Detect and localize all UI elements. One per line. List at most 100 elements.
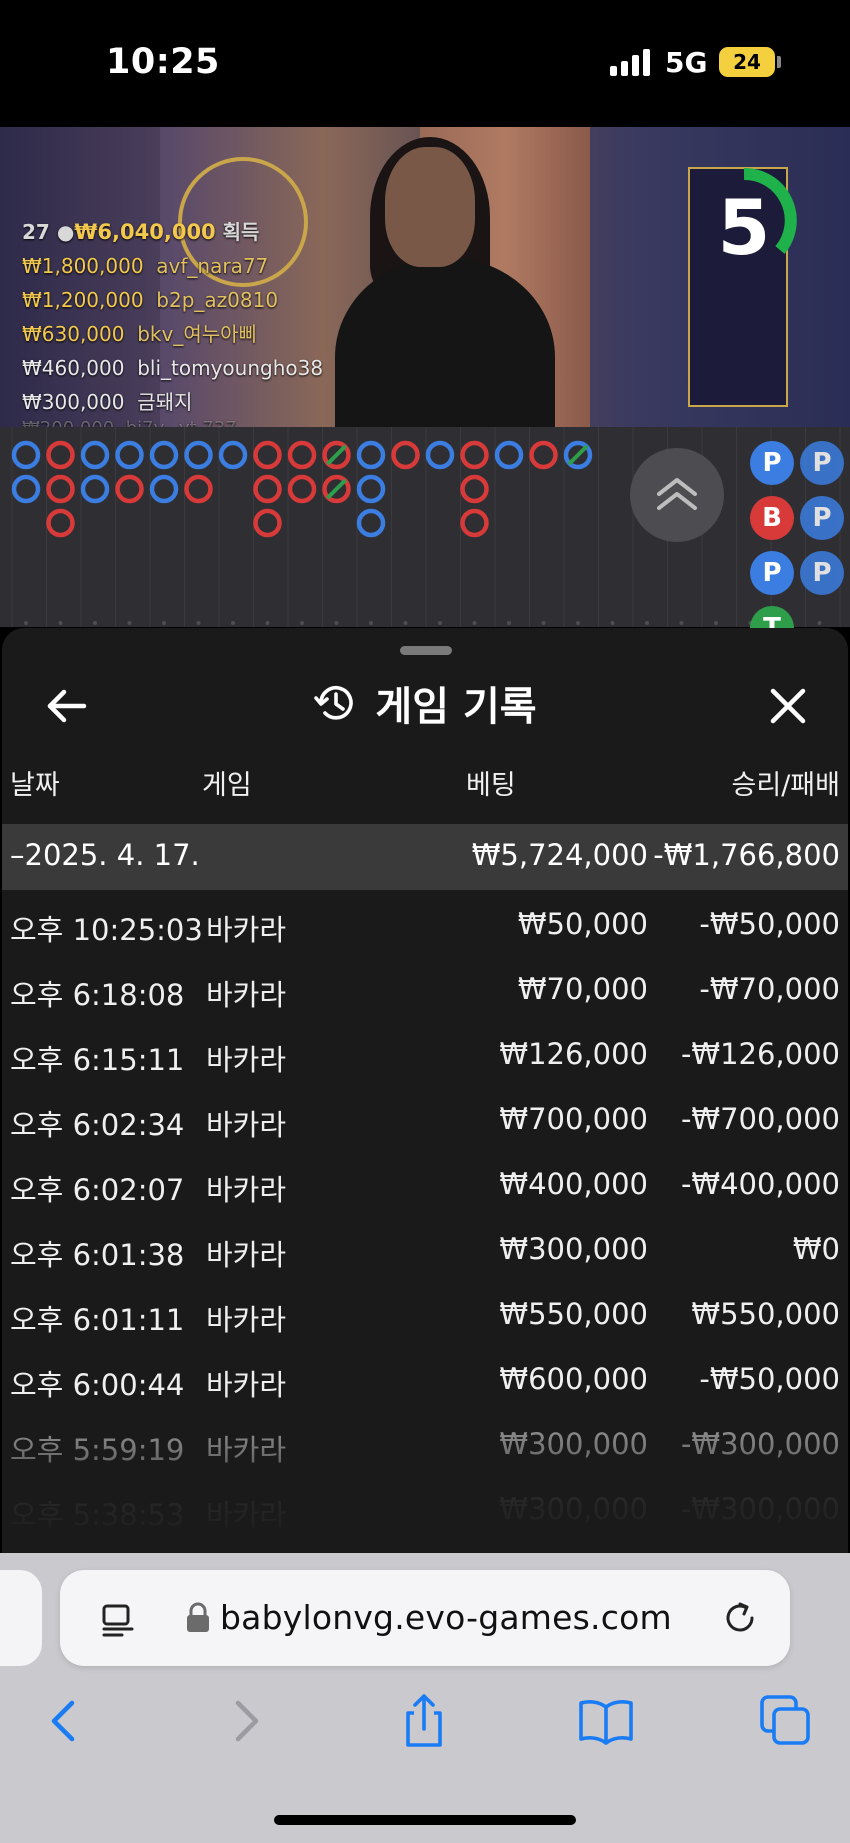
close-button[interactable]	[760, 678, 816, 734]
row-result: -₩400,000	[680, 1167, 840, 1201]
battery-icon: 24	[719, 47, 775, 77]
tabs-icon[interactable]	[756, 1691, 816, 1751]
dealer-face	[385, 147, 475, 267]
road-dot	[679, 621, 684, 625]
road-dot	[300, 621, 304, 625]
row-result: -₩50,000	[699, 1362, 840, 1396]
row-result: -₩300,000	[680, 1492, 840, 1526]
table-row[interactable]: 오후 6:02:34 바카라 ₩700,000 -₩700,000	[2, 1085, 848, 1150]
person-icon: ●	[56, 220, 75, 244]
row-bet: ₩700,000	[499, 1102, 648, 1136]
reload-icon[interactable]	[720, 1598, 760, 1638]
road-dot	[403, 621, 408, 625]
road-dot	[24, 621, 28, 625]
date-group-result-total: -₩1,766,800	[653, 838, 840, 872]
row-bet: ₩126,000	[499, 1037, 648, 1071]
previous-tab-peek[interactable]	[0, 1570, 42, 1666]
table-row[interactable]: 오후 6:00:44 바카라 ₩600,000 -₩50,000	[2, 1345, 848, 1410]
table-row[interactable]: 오후 5:59:19 바카라 ₩300,000 -₩300,000	[2, 1410, 848, 1475]
banker-marker	[115, 474, 144, 504]
url-text: babylonvg.evo-games.com	[220, 1598, 672, 1637]
winner-entry: ₩1,200,000 b2p_az0810	[22, 288, 279, 312]
table-row[interactable]: 오후 6:15:11 바카라 ₩126,000 -₩126,000	[2, 1020, 848, 1085]
row-time: 오후 6:18:08	[10, 978, 185, 1012]
banker-marker	[253, 474, 282, 504]
row-bet: ₩50,000	[517, 907, 648, 941]
player-marker	[356, 508, 386, 538]
table-row[interactable]: 오후 10:25:03 바카라 ₩50,000 -₩50,000	[2, 890, 848, 955]
cellular-signal-icon	[610, 48, 650, 76]
row-game: 바카라	[206, 1303, 287, 1337]
bookmarks-icon[interactable]	[576, 1691, 636, 1751]
lock-icon	[187, 1602, 209, 1632]
winners-count: 27	[22, 220, 50, 244]
game-history-sheet: 게임 기록 날짜 게임 베팅 승리/패배 –2025. 4. 17. ₩5,72…	[2, 628, 848, 1553]
column-date: 날짜	[10, 770, 60, 801]
player-marker	[11, 440, 41, 470]
tie-marker	[326, 444, 347, 466]
share-icon[interactable]	[394, 1691, 454, 1751]
tie-marker	[567, 444, 589, 466]
row-bet: ₩300,000	[499, 1427, 648, 1461]
banker-marker	[391, 440, 420, 470]
road-dot	[438, 621, 442, 625]
player-marker	[80, 440, 110, 470]
player-marker	[149, 474, 179, 504]
table-row[interactable]: 오후 6:01:11 바카라 ₩550,000 ₩550,000	[2, 1280, 848, 1345]
bead-banker: B	[750, 496, 794, 540]
sheet-header: 게임 기록	[2, 668, 848, 738]
row-game: 바카라	[206, 1433, 287, 1467]
network-type: 5G	[665, 46, 708, 79]
row-bet: ₩400,000	[499, 1167, 648, 1201]
road-dot	[127, 621, 132, 625]
road-dot	[196, 621, 201, 625]
banker-marker	[460, 440, 489, 470]
table-row[interactable]: 오후 5:38:53 바카라 ₩300,000 -₩300,000	[2, 1475, 848, 1532]
row-bet: ₩300,000	[499, 1492, 648, 1526]
road-dot	[265, 621, 270, 625]
road-dot	[610, 621, 615, 625]
bead-player: P	[800, 551, 844, 595]
big-road-grid	[11, 427, 841, 627]
forward-nav-icon[interactable]	[216, 1691, 276, 1751]
player-marker	[218, 440, 248, 470]
row-time: 오후 6:01:11	[10, 1303, 185, 1337]
date-group-row[interactable]: –2025. 4. 17. ₩5,724,000 -₩1,766,800	[2, 824, 848, 890]
status-bar: 10:25 5G 24	[0, 0, 850, 127]
player-marker	[80, 474, 110, 504]
table-row[interactable]: 오후 6:01:38 바카라 ₩300,000 ₩0	[2, 1215, 848, 1280]
road-dot	[334, 621, 339, 625]
battery-cap	[777, 56, 781, 68]
back-nav-icon[interactable]	[34, 1691, 94, 1751]
history-icon	[314, 686, 354, 720]
address-bar[interactable]: babylonvg.evo-games.com	[60, 1570, 790, 1666]
row-bet: ₩70,000	[517, 972, 648, 1006]
sheet-grabber[interactable]	[400, 646, 452, 655]
page-menu-icon[interactable]	[98, 1600, 138, 1640]
home-indicator	[274, 1815, 576, 1825]
expand-button[interactable]	[630, 448, 724, 542]
table-row[interactable]: 오후 6:18:08 바카라 ₩70,000 -₩70,000	[2, 955, 848, 1020]
player-marker	[494, 440, 524, 470]
row-time: 오후 6:15:11	[10, 1043, 185, 1077]
row-game: 바카라	[206, 978, 287, 1012]
road-dot	[507, 621, 511, 625]
row-time: 오후 5:59:19	[10, 1433, 185, 1467]
column-bet: 베팅	[466, 770, 516, 801]
banker-marker	[253, 508, 282, 538]
banker-marker	[253, 440, 282, 470]
table-row[interactable]: 오후 6:02:07 바카라 ₩400,000 -₩400,000	[2, 1150, 848, 1215]
player-marker	[115, 440, 144, 470]
history-rows: 오후 10:25:03 바카라 ₩50,000 -₩50,000 오후 6:18:08 바…	[2, 890, 848, 1532]
bead-player: P	[750, 441, 794, 485]
banker-marker	[460, 474, 489, 504]
road-dot	[472, 621, 477, 625]
row-result: -₩300,000	[680, 1427, 840, 1461]
row-game: 바카라	[206, 1108, 287, 1142]
bead-player: P	[800, 441, 844, 485]
winner-entry: ₩460,000 bli_tomyoungho38	[22, 356, 324, 380]
winners-list: 27 ●₩6,040,000 획득 ₩1,800,000 avf_nara77 …	[22, 215, 323, 439]
banker-marker	[529, 440, 558, 470]
close-icon	[770, 688, 806, 724]
baccarat-roadmap	[0, 427, 850, 627]
